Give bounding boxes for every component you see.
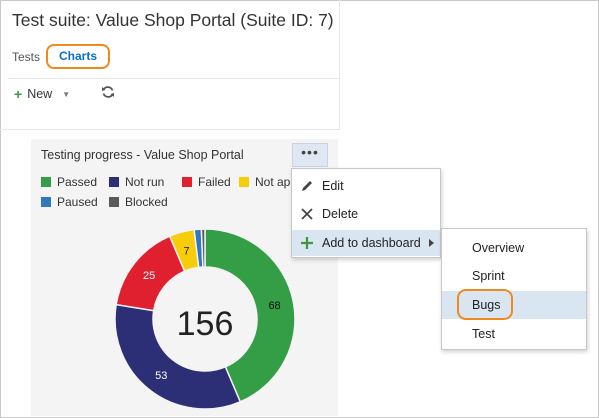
menu-item-add-to-dashboard[interactable]: Add to dashboard: [292, 230, 440, 256]
plus-icon: +: [14, 86, 23, 102]
menu-item-label: Edit: [322, 179, 344, 193]
submenu-item-test[interactable]: Test: [442, 320, 586, 348]
menu-item-edit[interactable]: Edit: [292, 173, 440, 199]
close-icon: [292, 207, 322, 221]
toolbar-divider: [8, 78, 340, 79]
tab-tests[interactable]: Tests: [12, 50, 40, 64]
new-button[interactable]: + New ▼: [14, 86, 70, 102]
page-title: Test suite: Value Shop Portal (Suite ID:…: [12, 10, 334, 30]
submenu-item-overview[interactable]: Overview: [442, 234, 586, 262]
test-suite-panel: Test suite: Value Shop Portal (Suite ID:…: [0, 0, 340, 130]
menu-item-label: Delete: [322, 207, 359, 221]
menu-item-delete[interactable]: Delete: [292, 201, 440, 227]
highlight-ring: [457, 289, 513, 320]
refresh-icon[interactable]: [101, 85, 115, 99]
new-button-label: New: [27, 87, 53, 101]
tab-charts[interactable]: Charts: [46, 44, 110, 69]
chevron-down-icon: ▼: [62, 89, 71, 99]
more-options-button[interactable]: •••: [292, 143, 328, 167]
chevron-right-icon: [429, 239, 434, 247]
donut-data-label: 25: [143, 270, 155, 282]
chart-context-menu: Edit Delete Add to dashboard: [291, 168, 441, 258]
chart-center-total: 156: [177, 305, 234, 343]
plus-icon: [292, 236, 322, 250]
pencil-icon: [292, 179, 322, 193]
submenu-item-sprint[interactable]: Sprint: [442, 262, 586, 290]
donut-data-label: 68: [268, 300, 280, 312]
donut-data-label: 7: [184, 245, 190, 257]
donut-data-label: 53: [155, 370, 167, 382]
menu-item-label: Add to dashboard: [322, 236, 421, 250]
